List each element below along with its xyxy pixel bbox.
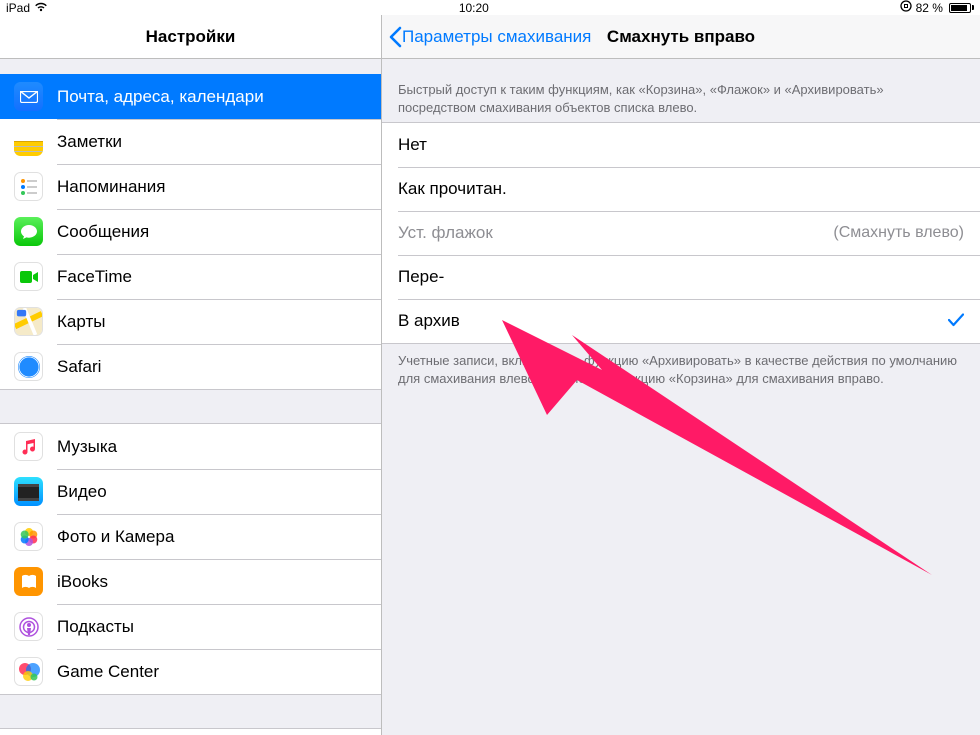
chevron-left-icon (388, 26, 402, 48)
battery-icon (947, 3, 974, 13)
gamecenter-icon (14, 657, 43, 686)
orientation-lock-icon (900, 0, 912, 15)
sidebar-item-label: Фото и Камера (57, 527, 174, 547)
sidebar-item-label: Safari (57, 357, 101, 377)
option-move[interactable]: Пере- (382, 255, 980, 299)
clock: 10:20 (459, 1, 489, 15)
sidebar-item-video[interactable]: Видео (0, 469, 381, 514)
back-label: Параметры смахивания (402, 27, 591, 47)
sidebar-group-separator (0, 694, 381, 729)
option-none[interactable]: Нет (382, 123, 980, 167)
sidebar-item-music[interactable]: Музыка (0, 424, 381, 469)
detail-header: Параметры смахивания Смахнуть вправо (382, 15, 980, 59)
wifi-icon (34, 1, 48, 15)
facetime-icon (14, 262, 43, 291)
checkmark-icon (948, 311, 964, 332)
messages-icon (14, 217, 43, 246)
safari-icon (14, 352, 43, 381)
app-root: iPad 10:20 82 % Настройки (0, 0, 980, 735)
sidebar-item-facetime[interactable]: FaceTime (0, 254, 381, 299)
video-icon (14, 477, 43, 506)
settings-sidebar: Настройки Почта, адреса, календари Замет… (0, 15, 382, 735)
sidebar-item-label: Музыка (57, 437, 117, 457)
sidebar-item-label: Game Center (57, 662, 159, 682)
option-label: В архив (398, 311, 948, 331)
sidebar-item-safari[interactable]: Safari (0, 344, 381, 389)
sidebar-item-messages[interactable]: Сообщения (0, 209, 381, 254)
option-label: Как прочитан. (398, 179, 964, 199)
option-label: Нет (398, 135, 964, 155)
option-archive[interactable]: В архив (382, 299, 980, 343)
sidebar-group-separator (0, 389, 381, 424)
music-icon (14, 432, 43, 461)
battery-percent: 82 % (916, 1, 943, 15)
sidebar-item-twitter[interactable]: Twitter (0, 729, 381, 735)
sidebar-item-maps[interactable]: Карты (0, 299, 381, 344)
sidebar-title: Настройки (0, 15, 381, 59)
back-button[interactable]: Параметры смахивания (382, 26, 591, 48)
sidebar-item-label: FaceTime (57, 267, 132, 287)
photos-icon (14, 522, 43, 551)
sidebar-item-label: Видео (57, 482, 107, 502)
ibooks-icon (14, 567, 43, 596)
sidebar-item-label: Подкасты (57, 617, 134, 637)
option-mark-read[interactable]: Как прочитан. (382, 167, 980, 211)
podcasts-icon (14, 612, 43, 641)
sidebar-item-mail[interactable]: Почта, адреса, календари (0, 74, 381, 119)
sidebar-item-label: Карты (57, 312, 105, 332)
sidebar-item-podcasts[interactable]: Подкасты (0, 604, 381, 649)
device-label: iPad (6, 1, 30, 15)
maps-icon (14, 307, 43, 336)
sidebar-group-2: Музыка Видео Фото и Камера (0, 424, 381, 694)
detail-pane: Параметры смахивания Смахнуть вправо Быс… (382, 15, 980, 735)
sidebar-group-1: Почта, адреса, календари Заметки Напомин… (0, 74, 381, 389)
sidebar-item-label: Сообщения (57, 222, 149, 242)
notes-icon (14, 127, 43, 156)
option-label: Пере- (398, 267, 964, 287)
sidebar-item-label: Почта, адреса, календари (57, 87, 264, 107)
reminders-icon (14, 172, 43, 201)
section-footer-note: Учетные записи, включающие функцию «Архи… (382, 344, 980, 393)
option-hint: (Смахнуть влево) (833, 224, 964, 242)
sidebar-item-label: iBooks (57, 572, 108, 592)
swipe-right-options: Нет Как прочитан. Уст. флажок (Смахнуть … (382, 122, 980, 344)
sidebar-item-reminders[interactable]: Напоминания (0, 164, 381, 209)
mail-icon (14, 82, 43, 111)
option-label: Уст. флажок (398, 223, 833, 243)
sidebar-item-notes[interactable]: Заметки (0, 119, 381, 164)
status-bar: iPad 10:20 82 % (0, 0, 980, 15)
option-flag: Уст. флажок (Смахнуть влево) (382, 211, 980, 255)
sidebar-item-label: Напоминания (57, 177, 166, 197)
section-header-note: Быстрый доступ к таким функциям, как «Ко… (382, 59, 980, 122)
sidebar-item-ibooks[interactable]: iBooks (0, 559, 381, 604)
sidebar-group-3: Twitter (0, 729, 381, 735)
sidebar-item-photos[interactable]: Фото и Камера (0, 514, 381, 559)
sidebar-item-gamecenter[interactable]: Game Center (0, 649, 381, 694)
sidebar-item-label: Заметки (57, 132, 122, 152)
